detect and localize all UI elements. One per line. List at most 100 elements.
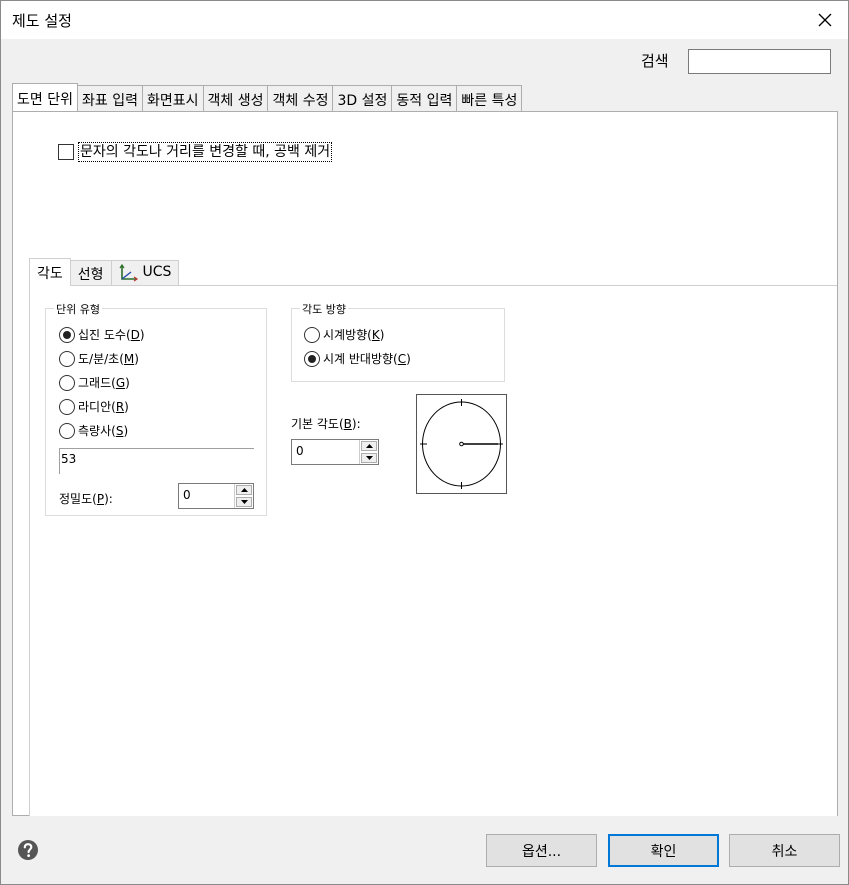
radio-grads[interactable]: 그래드(G)	[59, 374, 130, 391]
cancel-button[interactable]: 취소	[729, 834, 840, 867]
radio-clockwise[interactable]: 시계방향(K)	[304, 326, 384, 343]
triangle-down-icon	[240, 500, 248, 504]
options-button[interactable]: 옵션...	[486, 834, 597, 867]
radio-grads-circle[interactable]	[59, 374, 75, 391]
unit-type-legend: 단위 유형	[54, 301, 102, 317]
radio-label-pre: 그래드(	[78, 376, 116, 390]
tab-object-edit[interactable]: 객체 수정	[267, 85, 334, 112]
tab-coordinate-input[interactable]: 좌표 입력	[76, 85, 143, 112]
radio-label-pre: 시계방향(	[323, 328, 372, 342]
radio-dms[interactable]: 도/분/초(M)	[59, 350, 139, 367]
drawing-units-panel: 문자의 각도나 거리를 변경할 때, 공백 제거 각도 선형 UCS 단위 유형…	[12, 111, 838, 816]
sub-tab-bar: 각도 선형 UCS	[29, 258, 180, 286]
precision-hotkey: P	[96, 492, 105, 506]
tab-drawing-units[interactable]: 도면 단위	[12, 83, 78, 111]
radio-hotkey: G	[115, 375, 126, 390]
radio-label-post: )	[139, 327, 145, 342]
base-angle-up-button[interactable]	[361, 441, 377, 451]
base-angle-stepper[interactable]: 0	[291, 439, 379, 465]
angle-direction-group: 각도 방향 시계방향(K) 시계 반대방향(C)	[291, 301, 505, 382]
tab-3d-settings[interactable]: 3D 설정	[332, 85, 393, 112]
radio-label-post: )	[125, 375, 130, 390]
search-input[interactable]	[688, 49, 831, 74]
radio-label-pre: 시계 반대방향(	[323, 352, 398, 366]
radio-hotkey: C	[397, 351, 407, 366]
radio-label-post: )	[406, 351, 411, 366]
precision-stepper[interactable]: 0	[178, 483, 254, 509]
radio-label-post: )	[124, 399, 129, 414]
radio-radians-circle[interactable]	[59, 398, 75, 415]
radio-surveyor-circle[interactable]	[59, 422, 75, 439]
tab-display[interactable]: 화면표시	[141, 85, 204, 112]
precision-spin-buttons	[234, 484, 253, 508]
help-button[interactable]	[17, 839, 39, 861]
subtab-ucs-label: UCS	[142, 264, 172, 280]
radio-surveyor[interactable]: 측량사(S)	[59, 422, 128, 439]
angle-preview-compass	[416, 394, 507, 494]
ucs-axes-icon	[119, 264, 138, 282]
preview-separator	[59, 448, 254, 449]
radio-counterclockwise[interactable]: 시계 반대방향(C)	[304, 350, 411, 367]
radio-decimal-degrees-circle[interactable]	[59, 326, 75, 343]
radio-label-post: )	[379, 327, 385, 342]
remove-space-checkbox[interactable]	[58, 144, 74, 160]
tab-quick-properties[interactable]: 빠른 특성	[456, 85, 523, 112]
radio-hotkey: R	[115, 399, 125, 414]
remove-space-label: 문자의 각도나 거리를 변경할 때, 공백 제거	[78, 142, 333, 162]
radio-label-pre: 십진 도수(	[78, 328, 131, 342]
radio-radians[interactable]: 라디안(R)	[59, 398, 129, 415]
radio-label-pre: 측량사(	[78, 424, 116, 438]
help-icon	[18, 840, 38, 860]
base-angle-spin-buttons	[359, 440, 378, 464]
radio-hotkey: M	[123, 351, 135, 366]
base-angle-down-button[interactable]	[361, 453, 377, 463]
title-bar: 제도 설정	[1, 1, 848, 39]
precision-down-button[interactable]	[236, 497, 252, 507]
radio-hotkey: S	[115, 423, 124, 438]
remove-space-option[interactable]: 문자의 각도나 거리를 변경할 때, 공백 제거	[58, 142, 333, 162]
precision-value[interactable]: 0	[179, 484, 234, 508]
precision-label-post: ):	[104, 492, 113, 506]
subtab-ucs[interactable]: UCS	[110, 260, 180, 286]
precision-up-button[interactable]	[236, 485, 252, 495]
radio-counterclockwise-circle[interactable]	[304, 350, 320, 367]
precision-label-pre: 정밀도(	[59, 492, 97, 506]
preview-edge	[59, 448, 60, 474]
unit-type-group: 단위 유형 십진 도수(D) 도/분/초(M) 그래드(G) 라디안(R)	[45, 301, 267, 516]
radio-label-post: )	[123, 423, 129, 438]
radio-label-pre: 도/분/초(	[78, 352, 124, 366]
base-angle-value[interactable]: 0	[292, 440, 359, 464]
radio-label-pre: 라디안(	[78, 400, 116, 414]
subtab-angle[interactable]: 각도	[29, 258, 71, 286]
radio-decimal-degrees[interactable]: 십진 도수(D)	[59, 326, 145, 343]
radio-clockwise-circle[interactable]	[304, 326, 320, 343]
angle-subpanel: 단위 유형 십진 도수(D) 도/분/초(M) 그래드(G) 라디안(R)	[29, 285, 837, 816]
base-angle-label: 기본 각도(B):	[291, 415, 361, 432]
triangle-up-icon	[365, 444, 373, 448]
tab-dynamic-input[interactable]: 동적 입력	[391, 85, 458, 112]
radio-label-post: )	[134, 351, 139, 366]
radio-dms-circle[interactable]	[59, 350, 75, 367]
precision-label: 정밀도(P):	[59, 490, 113, 507]
subtab-linear-label: 선형	[77, 267, 104, 283]
subtab-linear[interactable]: 선형	[69, 260, 112, 286]
angle-direction-legend: 각도 방향	[300, 301, 348, 317]
ok-button[interactable]: 확인	[608, 834, 719, 867]
dialog-window: 제도 설정 검색 도면 단위 좌표 입력 화면표시 객체 생성 객체 수정 3D…	[0, 0, 849, 885]
window-title: 제도 설정	[12, 12, 72, 30]
tab-object-creation[interactable]: 객체 생성	[202, 85, 269, 112]
radio-hotkey: D	[130, 327, 140, 342]
close-button[interactable]	[802, 1, 848, 39]
base-angle-hotkey: B	[343, 417, 352, 431]
close-icon	[818, 13, 832, 27]
base-angle-label-post: ):	[351, 417, 361, 431]
base-angle-label-pre: 기본 각도(	[291, 417, 344, 431]
radio-hotkey: K	[371, 327, 380, 342]
search-label: 검색	[641, 52, 669, 70]
compass-dial-icon	[420, 399, 503, 489]
triangle-down-icon	[365, 456, 373, 460]
unit-preview-value: 53	[61, 452, 77, 466]
triangle-up-icon	[240, 488, 248, 492]
main-tab-bar: 도면 단위 좌표 입력 화면표시 객체 생성 객체 수정 3D 설정 동적 입력…	[12, 83, 523, 112]
subtab-angle-label: 각도	[37, 266, 63, 282]
